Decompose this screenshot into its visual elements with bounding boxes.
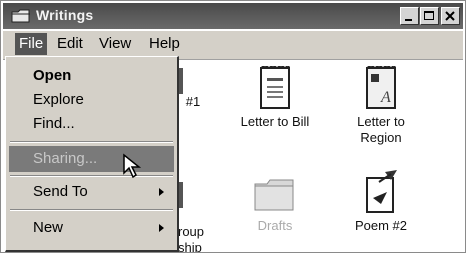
file-label: #1 bbox=[185, 94, 201, 109]
partial-icon-edge bbox=[179, 68, 183, 94]
minimize-icon bbox=[405, 19, 412, 21]
menu-edit[interactable]: Edit bbox=[53, 33, 87, 55]
close-button[interactable] bbox=[441, 7, 460, 25]
menu-item-sharing[interactable]: Sharing... bbox=[9, 146, 174, 172]
folder-icon-drafts[interactable]: Drafts bbox=[235, 178, 315, 234]
menu-item-find[interactable]: Find... bbox=[9, 111, 174, 137]
file-label: Letter to Region bbox=[357, 114, 405, 145]
menu-item-send-to[interactable]: Send To bbox=[9, 179, 174, 205]
menu-separator bbox=[10, 141, 173, 143]
menu-separator bbox=[10, 175, 173, 177]
document-icon bbox=[260, 66, 290, 109]
folder-label: Drafts bbox=[257, 218, 293, 233]
menu-item-send-to-label: Send To bbox=[33, 183, 88, 200]
file-label: roup ship bbox=[178, 224, 205, 253]
menu-help[interactable]: Help bbox=[145, 33, 184, 55]
menu-separator bbox=[10, 209, 173, 211]
menu-file[interactable]: File bbox=[15, 33, 48, 55]
file-icon-letter-to-region[interactable]: A Letter to Region bbox=[341, 66, 421, 146]
file-menu-dropdown: Open Explore Find... Sharing... Send To … bbox=[5, 56, 179, 252]
maximize-button[interactable] bbox=[420, 7, 439, 25]
submenu-arrow-icon bbox=[159, 224, 164, 232]
file-icon-letter-to-bill[interactable]: Letter to Bill bbox=[230, 66, 320, 130]
title-bar[interactable]: Writings bbox=[3, 3, 463, 29]
svg-text:A: A bbox=[380, 89, 391, 106]
menu-item-open[interactable]: Open bbox=[9, 63, 174, 89]
mouse-cursor-icon bbox=[123, 153, 142, 179]
minimize-button[interactable] bbox=[400, 7, 419, 25]
maximize-icon bbox=[424, 11, 434, 20]
document-icon bbox=[366, 170, 397, 213]
menu-item-explore[interactable]: Explore bbox=[9, 87, 174, 113]
folder-icon bbox=[254, 179, 294, 211]
menu-item-new-label: New bbox=[33, 219, 64, 236]
file-icon-1[interactable]: #1 bbox=[178, 94, 208, 110]
file-label: Letter to Bill bbox=[240, 114, 310, 129]
menu-view[interactable]: View bbox=[95, 33, 135, 55]
file-icon-group[interactable]: roup ship bbox=[178, 224, 218, 253]
file-label: Poem #2 bbox=[354, 218, 408, 233]
document-icon: A bbox=[366, 66, 396, 109]
submenu-arrow-icon bbox=[159, 188, 164, 196]
partial-icon-edge bbox=[179, 182, 183, 208]
file-icon-poem-2[interactable]: Poem #2 bbox=[341, 168, 421, 234]
folder-icon bbox=[11, 9, 30, 23]
window-title: Writings bbox=[36, 7, 94, 23]
explorer-window: Writings File Edit View Help #1 Letter t… bbox=[0, 0, 466, 253]
close-icon bbox=[445, 11, 455, 21]
menu-item-new[interactable]: New bbox=[9, 215, 174, 241]
